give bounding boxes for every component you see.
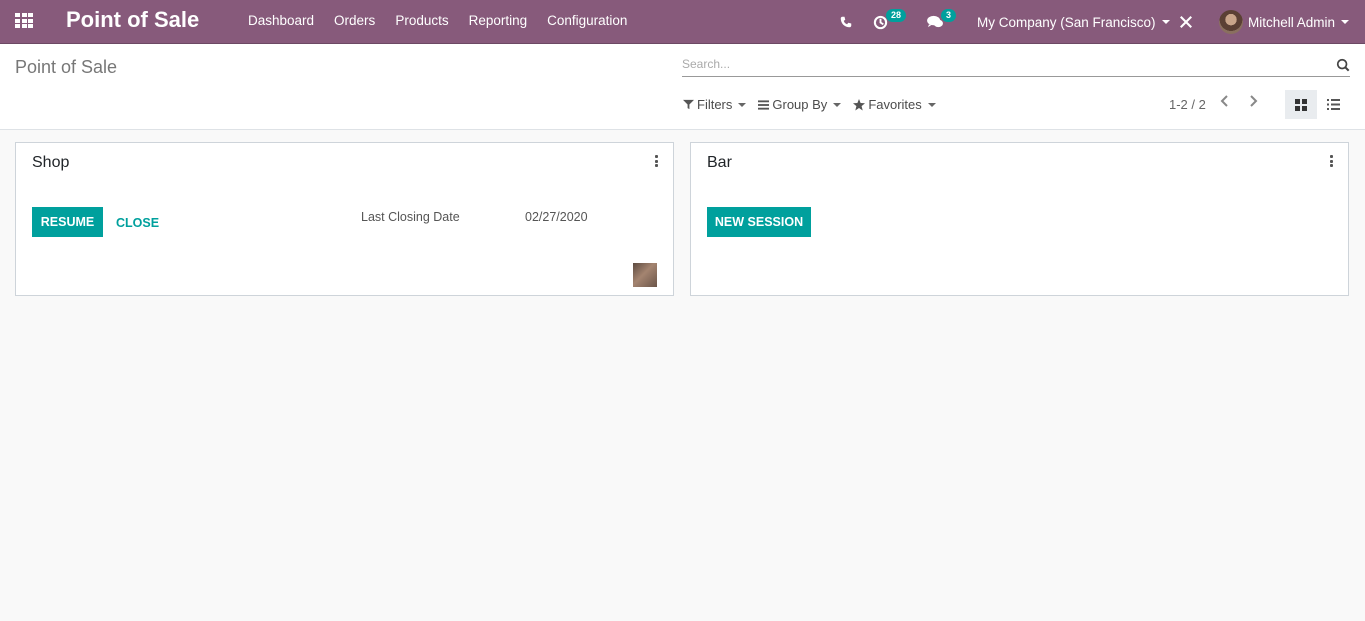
favorites-label: Favorites — [868, 97, 922, 112]
main-menu: Dashboard Orders Products Reporting Conf… — [248, 13, 647, 28]
search-icon[interactable] — [1336, 58, 1350, 72]
filters-label: Filters — [697, 97, 733, 112]
list-icon — [1326, 99, 1340, 110]
pos-card-bar[interactable]: Bar NEW SESSION — [690, 142, 1349, 296]
activities-button[interactable]: 28 — [873, 0, 907, 44]
chevron-down-icon — [1161, 20, 1170, 24]
tools-icon — [1180, 16, 1192, 28]
chevron-down-icon — [927, 102, 936, 107]
menu-configuration[interactable]: Configuration — [547, 13, 627, 28]
search-input[interactable] — [682, 57, 1312, 71]
new-session-button[interactable]: NEW SESSION — [707, 207, 811, 237]
top-navbar: Point of Sale Dashboard Orders Products … — [0, 0, 1365, 44]
chevron-down-icon — [833, 102, 842, 107]
menu-products[interactable]: Products — [395, 13, 448, 28]
debug-tools-button[interactable] — [1179, 0, 1193, 44]
card-more-menu[interactable] — [1330, 155, 1334, 167]
menu-dashboard[interactable]: Dashboard — [248, 13, 314, 28]
company-switcher[interactable]: My Company (San Francisco) — [977, 0, 1170, 44]
menu-reporting[interactable]: Reporting — [469, 13, 528, 28]
responsible-user-avatar — [633, 263, 657, 287]
last-closing-date-label: Last Closing Date — [361, 210, 460, 224]
pager-value: 1-2 / 2 — [1169, 97, 1206, 112]
filter-icon — [683, 99, 694, 110]
chevron-left-icon — [1220, 95, 1228, 107]
card-more-menu[interactable] — [655, 155, 659, 167]
kanban-view-button[interactable] — [1285, 90, 1317, 119]
search-bar — [682, 56, 1350, 77]
filters-dropdown[interactable]: Filters — [683, 97, 747, 112]
messages-badge: 3 — [941, 9, 957, 22]
control-panel: Point of Sale Filters Group By Favorites… — [0, 44, 1365, 130]
phone-icon — [840, 16, 852, 28]
kanban-icon — [1295, 98, 1307, 111]
pos-card-shop[interactable]: Shop RESUME CLOSE Last Closing Date 02/2… — [15, 142, 674, 296]
apps-menu-icon[interactable] — [15, 13, 33, 28]
app-title: Point of Sale — [66, 7, 200, 32]
card-title: Bar — [707, 154, 732, 171]
phone-button[interactable] — [840, 0, 852, 44]
close-button[interactable]: CLOSE — [116, 216, 159, 230]
search-options: Filters Group By Favorites — [683, 97, 948, 112]
menu-orders[interactable]: Orders — [334, 13, 375, 28]
user-name: Mitchell Admin — [1248, 14, 1336, 30]
bars-icon — [758, 99, 770, 110]
chevron-down-icon — [738, 102, 747, 107]
breadcrumb: Point of Sale — [15, 57, 118, 77]
user-avatar — [1219, 10, 1243, 34]
messages-button[interactable]: 3 — [927, 0, 957, 44]
pager-next-button[interactable] — [1248, 94, 1258, 112]
company-name: My Company (San Francisco) — [977, 14, 1156, 30]
resume-button[interactable]: RESUME — [32, 207, 103, 237]
user-menu[interactable]: Mitchell Admin — [1219, 0, 1350, 44]
chevron-down-icon — [1341, 20, 1350, 24]
last-closing-date-value: 02/27/2020 — [525, 210, 588, 224]
favorites-dropdown[interactable]: Favorites — [853, 97, 936, 112]
star-icon — [853, 98, 866, 110]
activities-badge: 28 — [886, 9, 907, 22]
group-by-dropdown[interactable]: Group By — [758, 97, 842, 112]
pager-previous-button[interactable] — [1220, 94, 1230, 112]
group-by-label: Group By — [772, 97, 828, 112]
chevron-right-icon — [1250, 95, 1258, 107]
card-title: Shop — [32, 154, 70, 171]
list-view-button[interactable] — [1317, 90, 1349, 119]
